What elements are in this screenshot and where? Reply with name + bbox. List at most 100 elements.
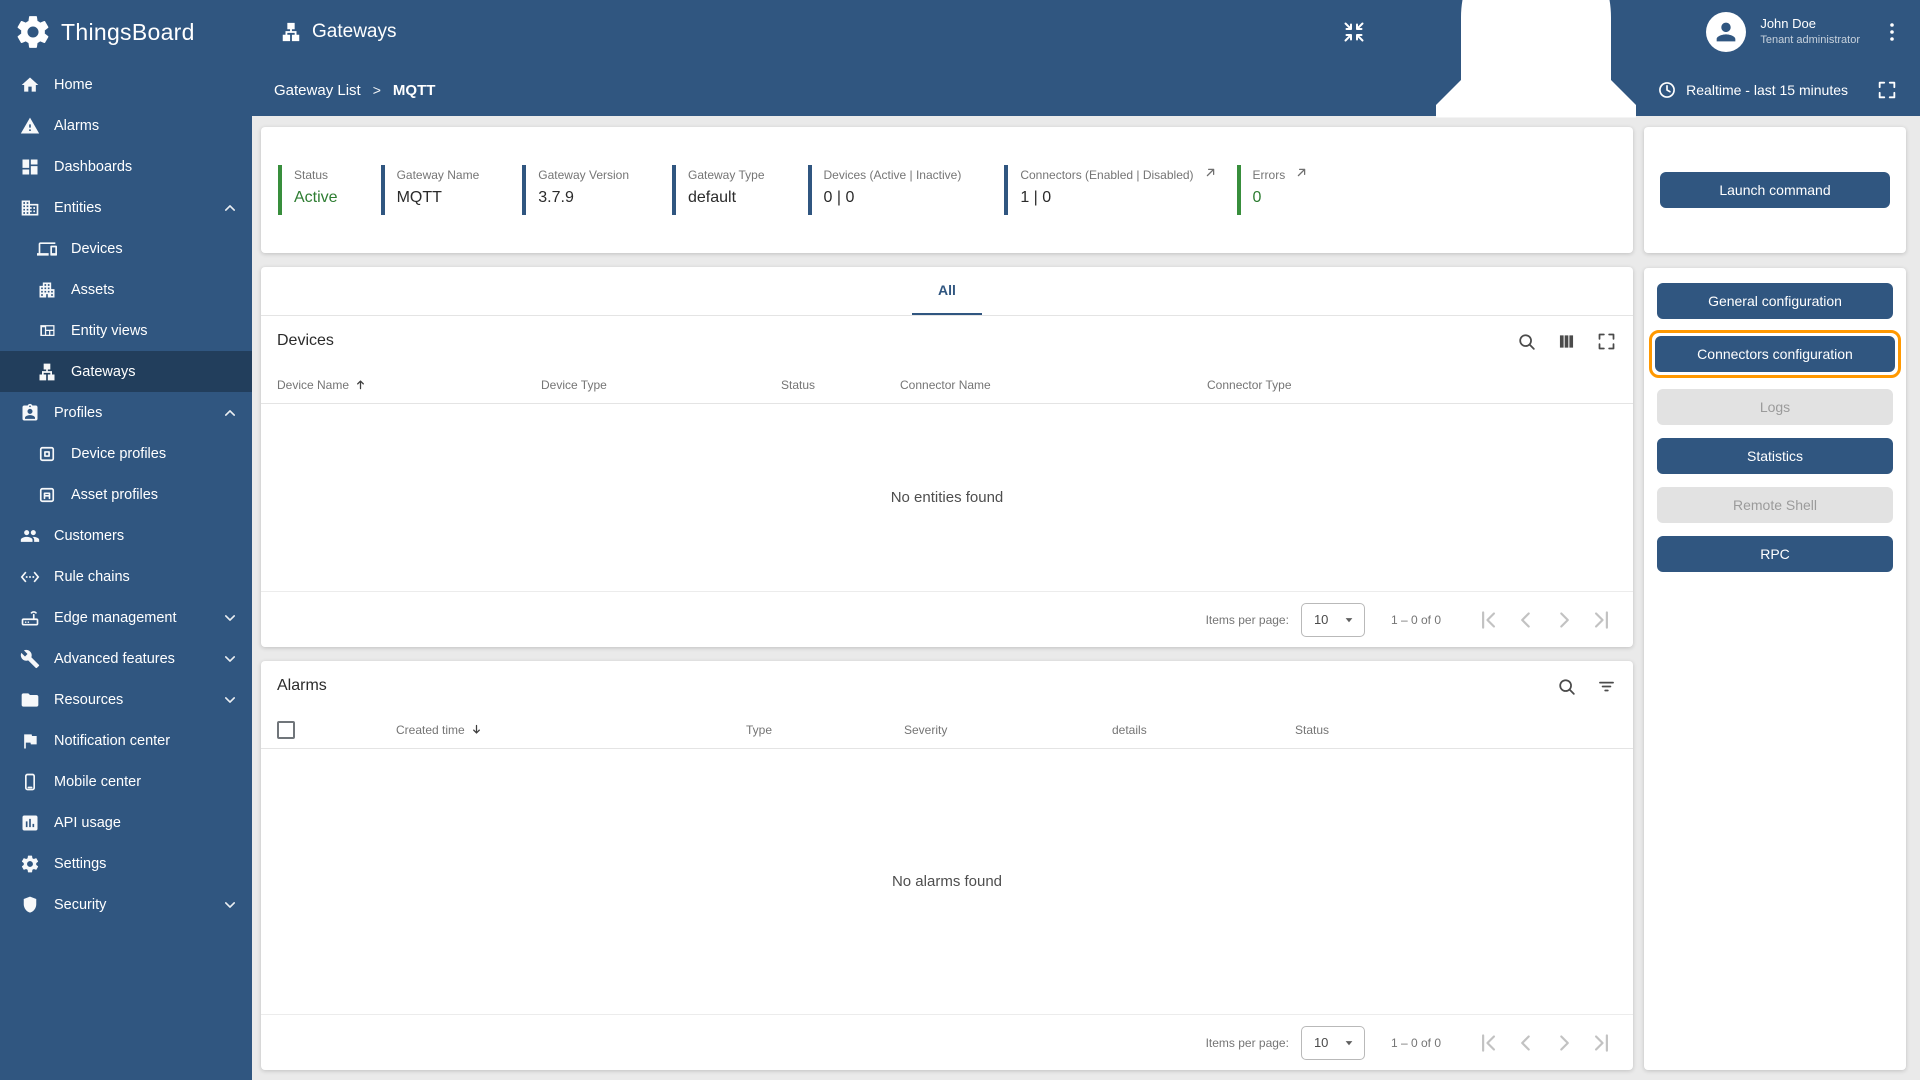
sidebar-item-api-usage[interactable]: API usage (0, 802, 252, 843)
last-page-icon[interactable] (1589, 1030, 1615, 1056)
filter-icon[interactable] (1596, 676, 1617, 697)
avatar[interactable] (1706, 12, 1747, 52)
sidebar-item-security[interactable]: Security (0, 884, 252, 925)
column-header-status[interactable]: Status (1295, 723, 1617, 737)
tile-label: Status (294, 168, 329, 182)
tile-connectors-enabled-disabled: Connectors (Enabled | Disabled) 1 | 0 (1004, 165, 1223, 215)
column-header-device-type[interactable]: Device Type (541, 378, 781, 392)
domain-icon (20, 198, 40, 218)
sidebar-item-entities[interactable]: Entities (0, 187, 252, 228)
sidebar-item-label: Customers (54, 527, 125, 544)
first-page-icon[interactable] (1475, 1030, 1501, 1056)
tile-value: MQTT (396, 189, 442, 206)
badge-icon (20, 403, 40, 423)
content-right-column: Launch command General configuration Conn… (1644, 127, 1906, 1070)
page-title-group: Gateways (280, 21, 396, 43)
more-menu-icon[interactable] (1880, 20, 1904, 44)
security-icon (20, 895, 40, 915)
notifications-button[interactable]: 1 (1386, 0, 1686, 185)
columns-view-icon[interactable] (1556, 331, 1577, 352)
main-area: Gateways 1 John Doe Tenant administrator… (252, 0, 1920, 1080)
sidebar-item-asset-profiles[interactable]: Asset profiles (0, 474, 252, 515)
sidebar-item-label: Entities (54, 199, 102, 216)
search-icon[interactable] (1556, 676, 1577, 697)
next-page-icon[interactable] (1551, 1030, 1577, 1056)
tile-label: Gateway Version (538, 168, 629, 182)
column-header-connector-name[interactable]: Connector Name (900, 378, 1207, 392)
tab-all[interactable]: All (912, 267, 982, 315)
column-header-created-time[interactable]: Created time (396, 722, 746, 737)
devices-empty-state: No entities found (890, 489, 1004, 506)
previous-page-icon[interactable] (1513, 607, 1539, 633)
sidebar-item-assets[interactable]: Assets (0, 269, 252, 310)
chevron-down-icon (220, 649, 240, 669)
tile-value: 3.7.9 (538, 189, 574, 206)
sidebar-item-mobile-center[interactable]: Mobile center (0, 761, 252, 802)
app-root: ThingsBoard Home Alarms Dashboards Entities… (0, 0, 1920, 1080)
sidebar-item-profiles[interactable]: Profiles (0, 392, 252, 433)
sidebar-item-rule-chains[interactable]: Rule chains (0, 556, 252, 597)
app-logo[interactable]: ThingsBoard (0, 0, 252, 64)
user-role: Tenant administrator (1760, 34, 1860, 47)
column-header-type[interactable]: Type (746, 723, 904, 737)
breadcrumb-gateway-list[interactable]: Gateway List (274, 82, 361, 99)
column-header-device-name[interactable]: Device Name (277, 377, 541, 392)
sidebar-item-dashboards[interactable]: Dashboards (0, 146, 252, 187)
tile-label: Connectors (Enabled | Disabled) (1020, 168, 1194, 182)
sidebar-item-label: Advanced features (54, 650, 175, 667)
sidebar-item-devices[interactable]: Devices (0, 228, 252, 269)
open-link-icon[interactable] (1294, 165, 1309, 180)
chevron-up-icon (220, 198, 240, 218)
folder-icon (20, 690, 40, 710)
sidebar-item-entity-views[interactable]: Entity views (0, 310, 252, 351)
sidebar-item-settings[interactable]: Settings (0, 843, 252, 884)
select-all-checkbox[interactable] (277, 720, 295, 739)
page-size-select[interactable]: 10 (1300, 602, 1365, 637)
flag-icon (20, 731, 40, 751)
content-left-column: Status Active Gateway Name MQTT Gateway Vers… (261, 127, 1633, 1070)
timewindow-label: Realtime - last 15 minutes (1686, 82, 1848, 98)
open-link-icon[interactable] (1203, 165, 1218, 180)
sidebar-item-label: Assets (71, 281, 115, 298)
app-title: ThingsBoard (61, 18, 195, 45)
sidebar-item-home[interactable]: Home (0, 64, 252, 105)
devices-paginator: Items per page: 10 1 – 0 of 0 (261, 591, 1633, 647)
chevron-down-icon (220, 690, 240, 710)
tile-label: Errors (1252, 168, 1286, 182)
column-header-severity[interactable]: Severity (904, 723, 1112, 737)
rpc-button[interactable]: RPC (1657, 536, 1893, 572)
page-size-select[interactable]: 10 (1300, 1025, 1365, 1060)
search-icon[interactable] (1516, 331, 1537, 352)
column-header-connector-type[interactable]: Connector Type (1207, 378, 1617, 392)
sidebar-item-resources[interactable]: Resources (0, 679, 252, 720)
remote-shell-button[interactable]: Remote Shell (1657, 487, 1893, 523)
chevron-down-icon (220, 895, 240, 915)
general-configuration-button[interactable]: General configuration (1657, 283, 1893, 319)
sidebar-item-label: Mobile center (54, 773, 142, 790)
sidebar-item-notification-center[interactable]: Notification center (0, 720, 252, 761)
expand-panel-icon[interactable] (1596, 331, 1617, 352)
first-page-icon[interactable] (1475, 607, 1501, 633)
sidebar-item-alarms[interactable]: Alarms (0, 105, 252, 146)
sidebar-item-device-profiles[interactable]: Device profiles (0, 433, 252, 474)
chart-icon (20, 813, 40, 833)
connectors-configuration-button[interactable]: Connectors configuration (1655, 336, 1895, 372)
column-header-details[interactable]: details (1112, 723, 1295, 737)
previous-page-icon[interactable] (1513, 1030, 1539, 1056)
tile-value: 0 | 0 (823, 189, 855, 206)
last-page-icon[interactable] (1589, 607, 1615, 633)
sidebar-item-edge-management[interactable]: Edge management (0, 597, 252, 638)
zoom-in-map-icon[interactable] (1342, 20, 1366, 44)
sidebar-item-label: Devices (71, 240, 123, 257)
sidebar-item-gateways[interactable]: Gateways (0, 351, 252, 392)
launch-command-button[interactable]: Launch command (1660, 172, 1890, 208)
column-header-status[interactable]: Status (781, 378, 900, 392)
statistics-button[interactable]: Statistics (1657, 438, 1893, 474)
page-title: Gateways (312, 21, 397, 42)
sidebar-item-customers[interactable]: Customers (0, 515, 252, 556)
fullscreen-icon[interactable] (1876, 79, 1898, 101)
gear-icon (20, 854, 40, 874)
sidebar-item-advanced-features[interactable]: Advanced features (0, 638, 252, 679)
next-page-icon[interactable] (1551, 607, 1577, 633)
logs-button[interactable]: Logs (1657, 389, 1893, 425)
